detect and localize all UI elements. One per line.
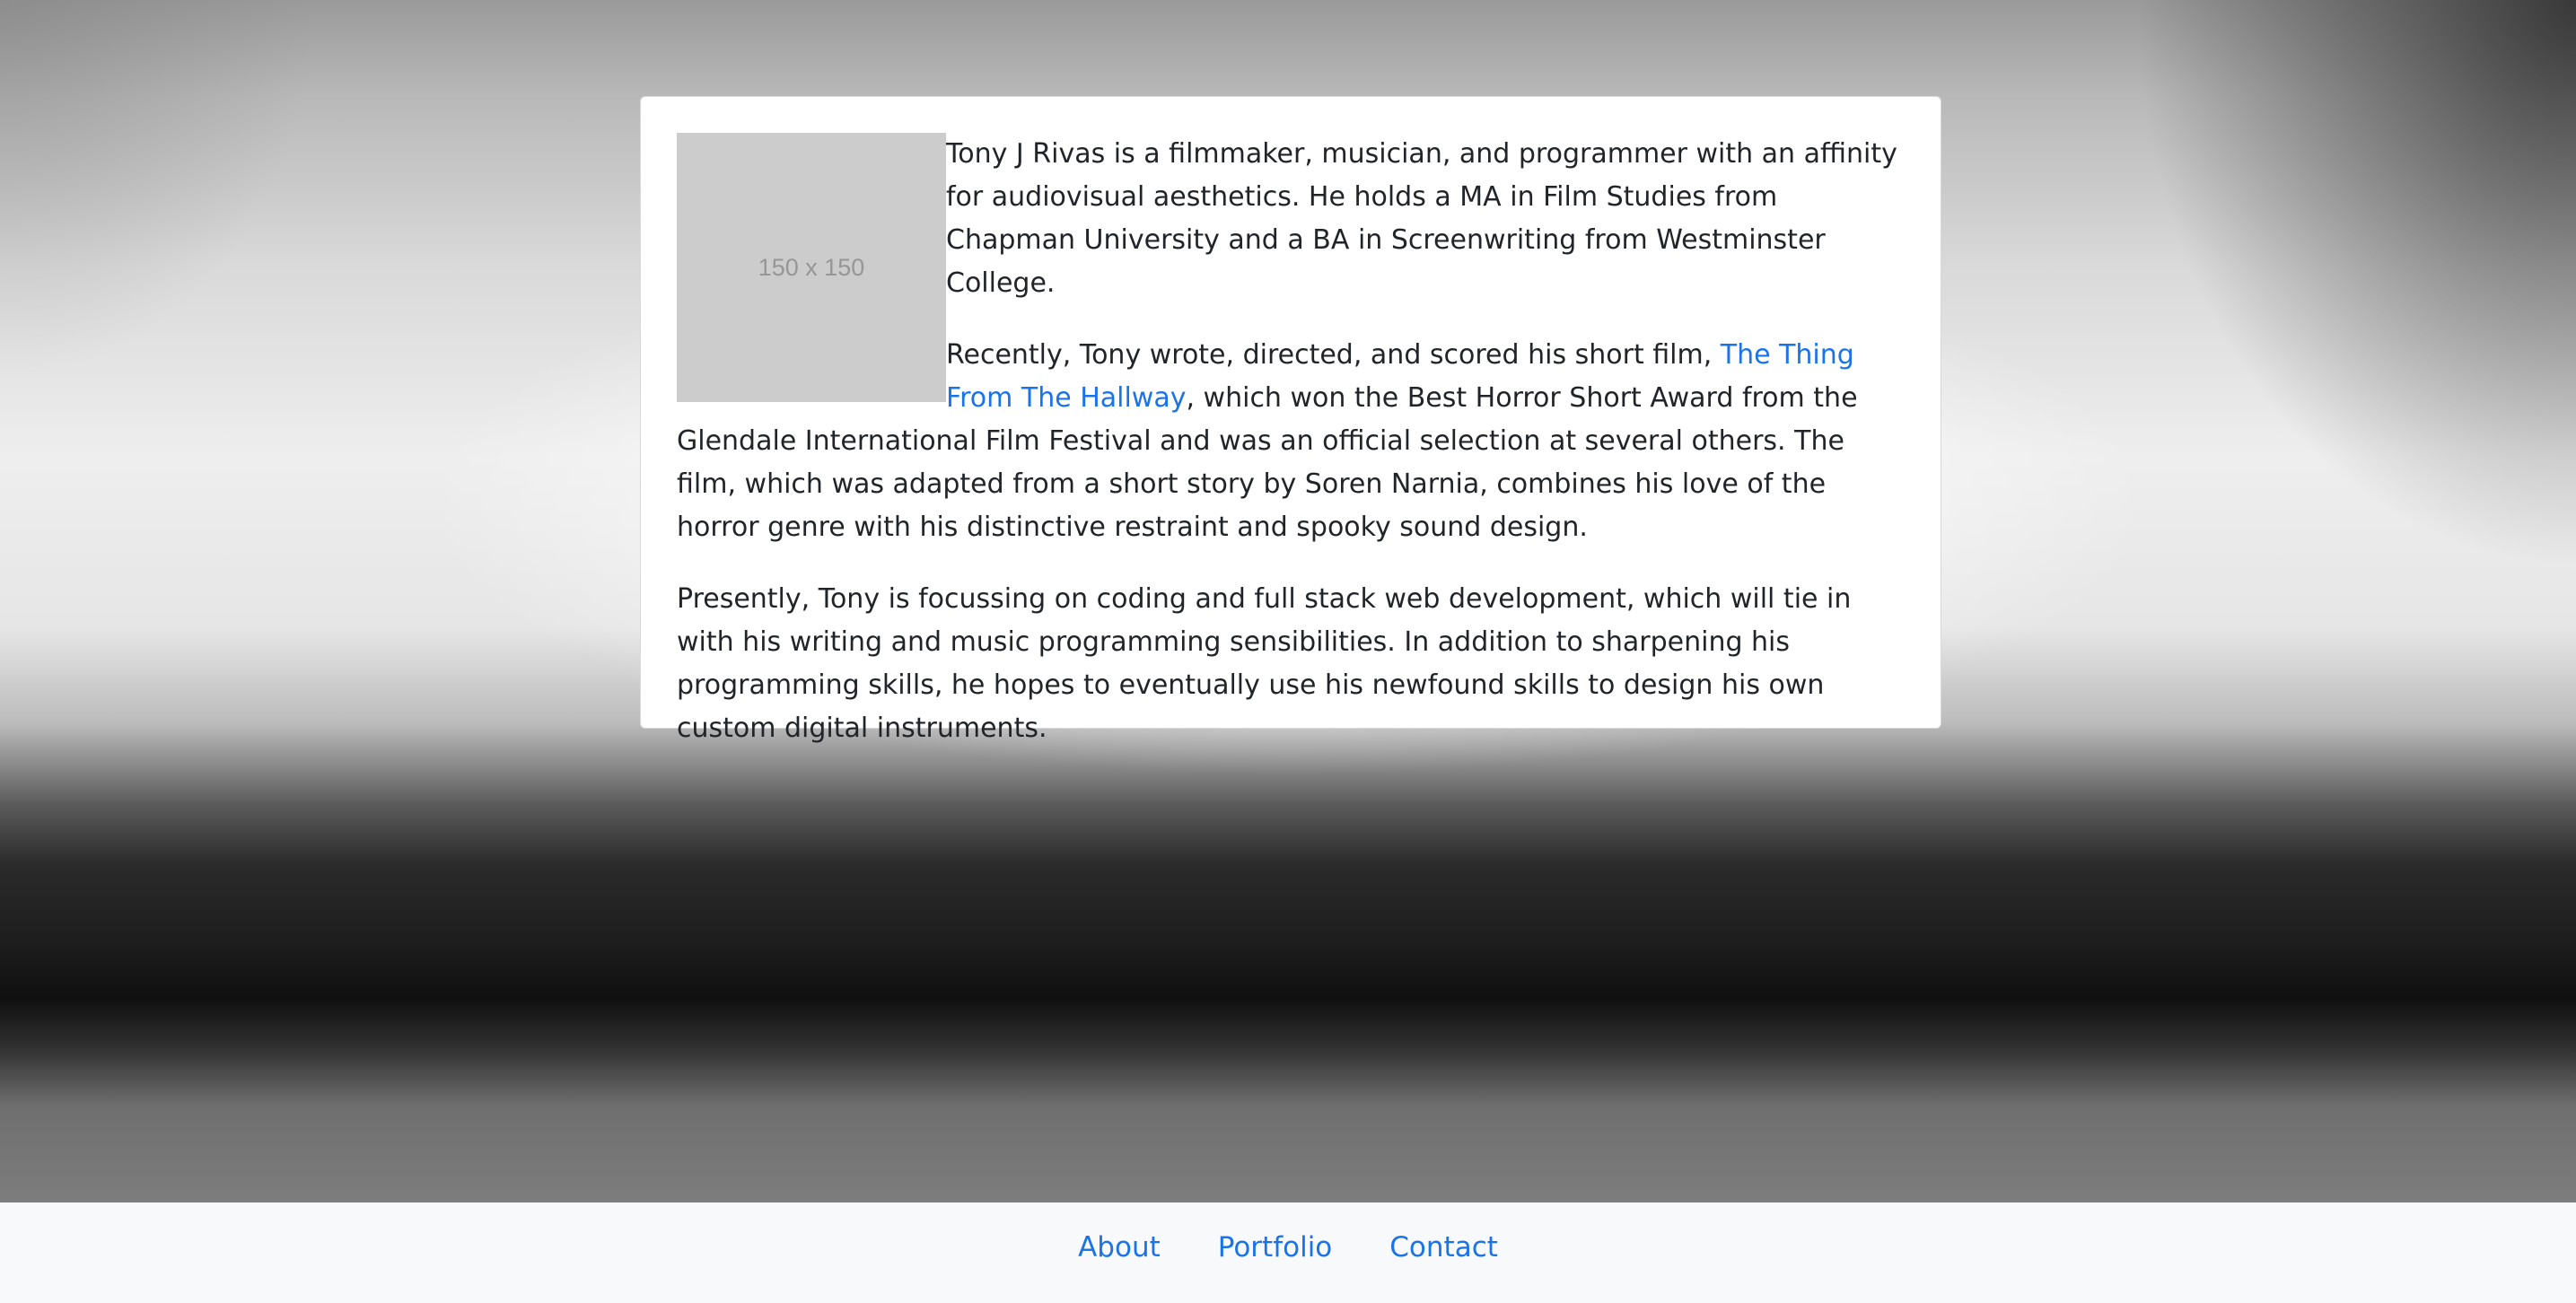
nav-link-portfolio[interactable]: Portfolio xyxy=(1218,1229,1333,1265)
about-card: 150 x 150 Tony J Rivas is a filmmaker, m… xyxy=(640,96,1941,744)
nav-link-about[interactable]: About xyxy=(1078,1229,1161,1265)
page: 150 x 150 Tony J Rivas is a filmmaker, m… xyxy=(0,0,2576,1303)
bio-paragraph-3: Presently, Tony is focussing on coding a… xyxy=(677,583,1852,744)
profile-image-placeholder: 150 x 150 xyxy=(677,133,946,402)
bio-paragraph-2-rest: , which won the Best Horror Short Award … xyxy=(677,382,1858,543)
footer-nav: About Portfolio Contact xyxy=(0,1202,2576,1303)
nav-link-contact[interactable]: Contact xyxy=(1389,1229,1498,1265)
bio-paragraph-2-intro: Recently, Tony wrote, directed, and scor… xyxy=(946,339,1721,371)
image-placeholder-label: 150 x 150 xyxy=(758,254,865,281)
